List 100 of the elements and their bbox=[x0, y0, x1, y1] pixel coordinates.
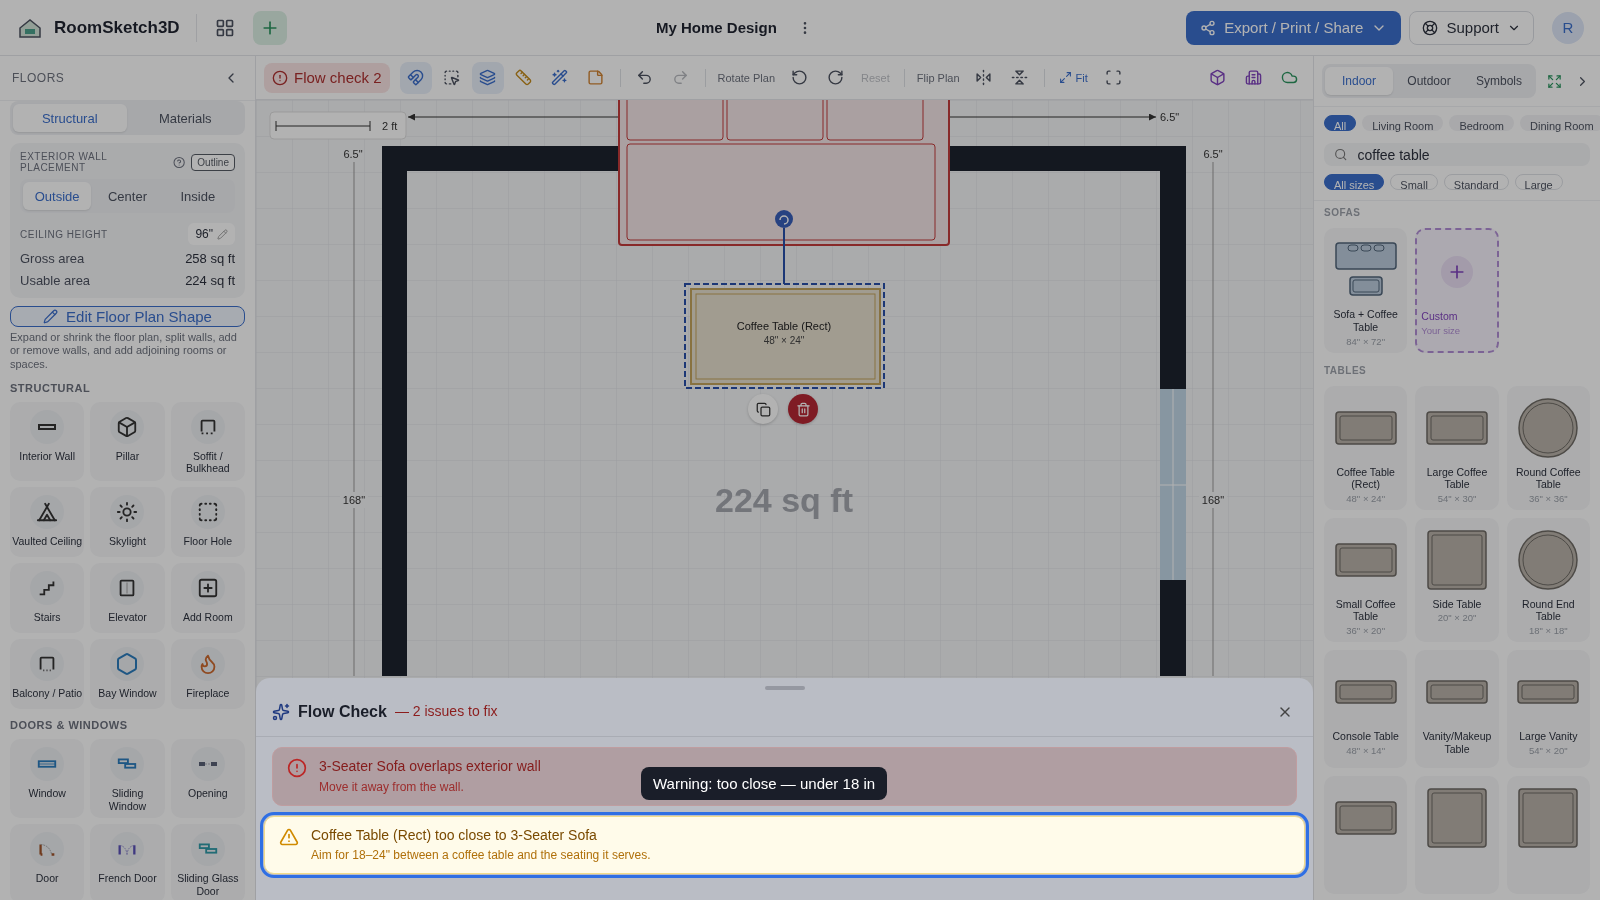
ceiling-field[interactable]: 96" bbox=[188, 223, 235, 245]
catalog-item[interactable]: Coffee Table (Rect) 48" × 24" bbox=[1324, 385, 1408, 510]
issue-message: Move it away from the wall. bbox=[319, 779, 465, 795]
magnet-icon[interactable] bbox=[399, 61, 432, 94]
coffee-table[interactable] bbox=[684, 283, 885, 389]
round-table-icon bbox=[1517, 396, 1580, 459]
item-size: 48" × 24" bbox=[763, 335, 805, 346]
lifebuoy-icon bbox=[1422, 19, 1439, 36]
tool-item[interactable]: Elevator bbox=[90, 562, 165, 633]
placement-option[interactable]: Outside bbox=[23, 182, 92, 210]
connector-line bbox=[783, 227, 785, 285]
room-chip[interactable]: Living Room bbox=[1362, 115, 1444, 132]
placement-option[interactable]: Center bbox=[93, 182, 162, 210]
wall-icon bbox=[38, 423, 57, 430]
table-icon bbox=[1425, 409, 1489, 446]
rotate-label: Rotate Plan bbox=[716, 71, 777, 84]
fit-button[interactable]: Fit bbox=[1052, 71, 1094, 84]
table-icon bbox=[1425, 679, 1489, 705]
table-icon bbox=[1333, 800, 1398, 836]
section-title: STRUCTURAL bbox=[10, 381, 92, 394]
table-icon bbox=[1333, 679, 1398, 705]
tool-item[interactable]: Window bbox=[10, 738, 85, 819]
table-icon bbox=[1426, 528, 1488, 591]
size-chip[interactable]: Standard bbox=[1443, 174, 1509, 191]
tool-item[interactable]: Sliding Window bbox=[90, 738, 165, 819]
flow-check-button[interactable]: Flow check 2 bbox=[264, 62, 390, 93]
section-title: DOORS & WINDOWS bbox=[10, 718, 129, 731]
category-tab[interactable]: Indoor bbox=[1325, 67, 1393, 95]
project-title[interactable]: My Home Design bbox=[656, 19, 777, 36]
tool-item[interactable]: French Door bbox=[90, 824, 165, 900]
rotate-handle[interactable] bbox=[775, 210, 793, 228]
diagonal-arrows-icon bbox=[1058, 71, 1072, 84]
catalog-item[interactable]: Sofa + Coffee Table 84" × 72" bbox=[1324, 228, 1408, 353]
sheet-title: Flow Check bbox=[298, 702, 387, 722]
tool-item[interactable]: Soffit / Bulkhead bbox=[170, 401, 245, 481]
sofa[interactable] bbox=[618, 100, 950, 246]
room-chip[interactable]: All bbox=[1324, 115, 1357, 132]
export-button[interactable]: Export / Print / Share bbox=[1186, 10, 1402, 45]
tool-item[interactable]: Opening bbox=[170, 738, 245, 819]
tool-item[interactable]: Floor Hole bbox=[170, 486, 245, 557]
app-name: RoomSketch3D bbox=[54, 17, 180, 38]
custom-item[interactable]: Custom Your size bbox=[1415, 228, 1499, 353]
tool-item[interactable]: Vaulted Ceiling bbox=[10, 486, 85, 557]
placement-option[interactable]: Inside bbox=[163, 182, 232, 210]
tool-item[interactable]: Stairs bbox=[10, 562, 85, 633]
room-chip[interactable]: Bedroom bbox=[1449, 115, 1514, 132]
tent-icon bbox=[36, 500, 59, 523]
catalog-item[interactable] bbox=[1415, 776, 1499, 894]
catalog-item[interactable] bbox=[1506, 776, 1590, 894]
area-value: 224 sq ft bbox=[185, 273, 235, 290]
tool-item[interactable]: Skylight bbox=[90, 486, 165, 557]
catalog-item[interactable]: Vanity/Makeup Table bbox=[1415, 650, 1499, 768]
tool-item[interactable]: Balcony / Patio bbox=[10, 638, 85, 709]
scale-label: 2 ft bbox=[382, 120, 398, 132]
add-button[interactable] bbox=[252, 10, 287, 45]
alert-circle-icon bbox=[287, 758, 307, 778]
size-chip[interactable]: All sizes bbox=[1324, 174, 1385, 191]
search-field[interactable]: coffee table bbox=[1324, 143, 1590, 167]
category-tab[interactable]: Symbols bbox=[1465, 67, 1533, 95]
catalog-item[interactable]: Console Table 48" × 14" bbox=[1324, 650, 1408, 768]
catalog-item[interactable]: Small Coffee Table 36" × 20" bbox=[1324, 517, 1408, 642]
panel-tab[interactable]: Structural bbox=[13, 104, 127, 132]
outline-button[interactable]: Outline bbox=[191, 153, 235, 171]
table-icon bbox=[1333, 541, 1398, 578]
help-icon bbox=[173, 155, 186, 169]
table-icon bbox=[1516, 679, 1581, 705]
tool-item[interactable]: Bay Window bbox=[90, 638, 165, 709]
dimension-label: 6.5" bbox=[343, 148, 363, 160]
tool-item[interactable]: Interior Wall bbox=[10, 401, 85, 481]
issue-title: Coffee Table (Rect) too close to 3-Seater Sofa bbox=[311, 826, 598, 844]
catalog-item[interactable]: Round End Table 18" × 18" bbox=[1506, 517, 1590, 642]
tool-item[interactable]: Door bbox=[10, 824, 85, 900]
share-icon bbox=[1200, 19, 1217, 36]
tool-item[interactable]: Pillar bbox=[90, 401, 165, 481]
section-label: EXTERIOR WALL PLACEMENT bbox=[20, 151, 108, 173]
area-value: 258 sq ft bbox=[185, 251, 235, 268]
edit-shape-button[interactable]: Edit Floor Plan Shape bbox=[10, 305, 245, 327]
dimension-label: 6.5" bbox=[1203, 148, 1223, 160]
group-title: TABLES bbox=[1324, 364, 1368, 376]
panel-tab[interactable]: Materials bbox=[128, 104, 242, 132]
size-chip[interactable]: Small bbox=[1390, 174, 1438, 191]
size-chip[interactable]: Large bbox=[1514, 174, 1563, 191]
issue-title: 3-Seater Sofa overlaps exterior wall bbox=[319, 758, 541, 776]
table-icon bbox=[1517, 787, 1580, 849]
panel-title: FLOORS bbox=[12, 71, 65, 85]
copy-icon bbox=[755, 401, 771, 417]
layers-icon[interactable] bbox=[471, 61, 504, 94]
group-title: SOFAS bbox=[1324, 207, 1362, 219]
issue-message: Aim for 18–24" between a coffee table and the seating it serves. bbox=[311, 848, 651, 863]
support-button[interactable]: Support bbox=[1409, 10, 1534, 45]
dimension-label: 168" bbox=[342, 494, 366, 506]
tool-item[interactable]: Sliding Glass Door bbox=[170, 824, 245, 900]
tool-item[interactable]: Add Room bbox=[170, 562, 245, 633]
catalog-item[interactable] bbox=[1324, 776, 1408, 894]
tool-item[interactable]: Fireplace bbox=[170, 638, 245, 709]
dimension-label: 6.5" bbox=[1160, 111, 1180, 123]
search-input[interactable]: coffee table bbox=[1355, 145, 1580, 164]
pencil-icon bbox=[43, 308, 59, 324]
category-tab[interactable]: Outdoor bbox=[1395, 67, 1463, 95]
room-chip[interactable]: Dining Room bbox=[1520, 115, 1600, 132]
